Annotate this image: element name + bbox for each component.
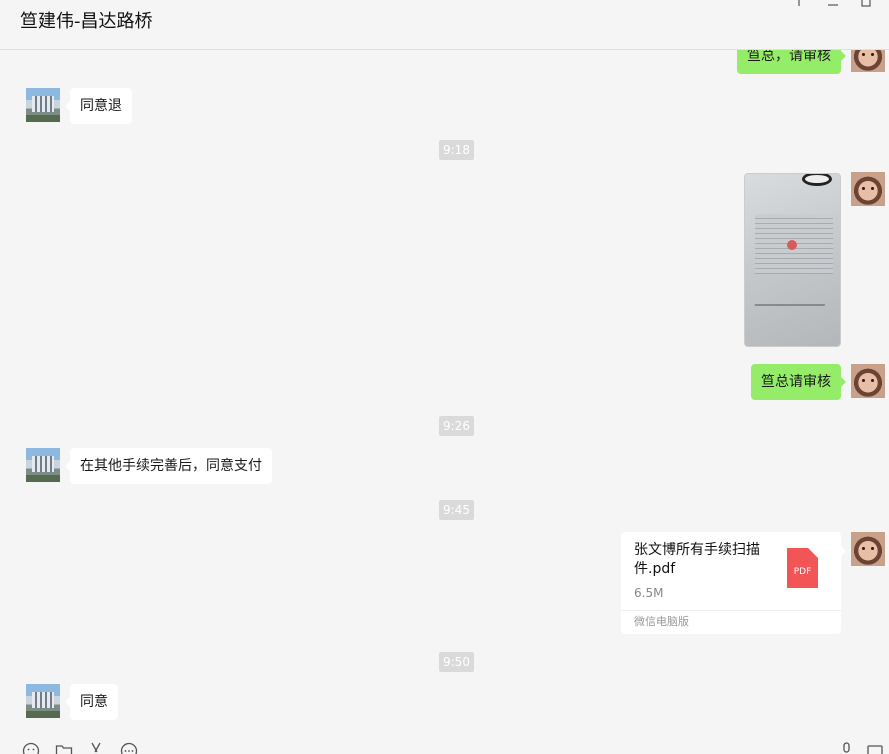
image-content (802, 174, 832, 186)
avatar-self[interactable] (851, 50, 885, 72)
chat-title: 笪建伟-昌达路桥 (20, 11, 153, 32)
file-message-card[interactable]: 张文博所有手续扫描件.pdf 6.5M PDF 微信电脑版 (621, 532, 846, 634)
file-size: 6.5M (634, 586, 664, 600)
timestamp: 9:26 (439, 416, 474, 436)
maximize-icon[interactable] (859, 0, 873, 8)
folder-icon[interactable] (55, 742, 73, 754)
timestamp: 9:18 (439, 140, 474, 160)
avatar-contact[interactable] (26, 684, 60, 718)
avatar-self[interactable] (851, 172, 885, 206)
pdf-icon: PDF (787, 548, 818, 588)
file-source: 微信电脑版 (634, 615, 689, 628)
pdf-icon-label: PDF (793, 567, 812, 577)
timestamp: 9:50 (439, 652, 474, 672)
avatar-contact[interactable] (26, 88, 60, 122)
scissors-icon[interactable] (88, 742, 106, 754)
message-bubble-received[interactable]: 同意 (65, 684, 118, 720)
divider (621, 610, 841, 611)
avatar-contact[interactable] (26, 448, 60, 482)
message-bubble-received[interactable]: 在其他手续完善后，同意支付 (65, 448, 272, 484)
pin-icon[interactable] (792, 0, 806, 8)
avatar-self[interactable] (851, 364, 885, 398)
timestamp: 9:45 (439, 500, 474, 520)
input-toolbar (0, 736, 889, 754)
chat-history-icon[interactable] (120, 742, 138, 754)
microphone-icon[interactable] (838, 742, 856, 754)
emoji-icon[interactable] (22, 742, 40, 754)
chat-header: 笪建伟-昌达路桥 (0, 0, 889, 50)
message-bubble-received[interactable]: 同意退 (65, 88, 132, 124)
message-bubble-sent[interactable]: 笪总，请审核 (737, 50, 846, 74)
avatar-self[interactable] (851, 532, 885, 566)
image-message[interactable] (744, 173, 841, 347)
video-call-icon[interactable] (867, 742, 885, 754)
image-red-seal (787, 240, 797, 250)
image-signature (754, 292, 830, 306)
file-name: 张文博所有手续扫描件.pdf (634, 542, 760, 577)
chat-message-area[interactable]: 笪总，请审核 同意退 9:18 笪总请审核 9:26 在其他手续完善后，同意支付… (0, 50, 889, 736)
message-bubble-sent[interactable]: 笪总请审核 (751, 364, 846, 400)
minimize-icon[interactable] (826, 0, 840, 8)
